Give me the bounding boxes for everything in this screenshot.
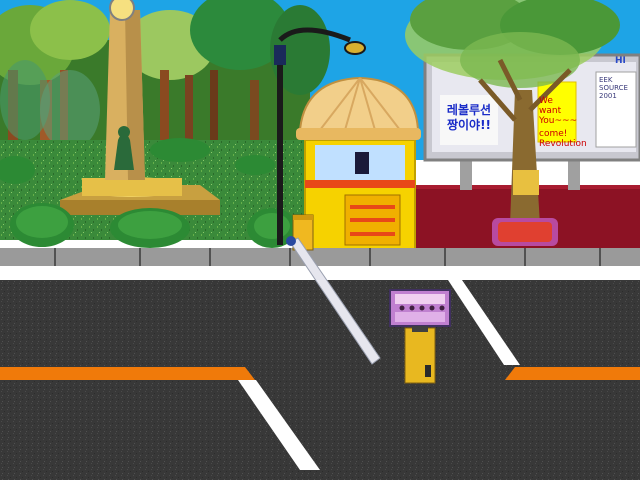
game-scene: 레볼루션 짱이야!! We want You~~~ come! Revoluti… bbox=[0, 0, 640, 480]
billboard-korean-line2: 짱이야!! bbox=[446, 118, 492, 132]
notice-line-1: We want bbox=[539, 96, 562, 116]
billboard-korean-line1: 레볼루션 bbox=[446, 103, 492, 117]
billboard-partial-poster: EEK SOURCE 2001 bbox=[599, 76, 637, 100]
scene-canvas bbox=[0, 0, 640, 480]
partial-line-3: 2001 bbox=[599, 92, 617, 100]
toll-booth bbox=[296, 76, 421, 251]
billboard-notice: We want You~~~ come! Revolution bbox=[539, 96, 587, 149]
curb bbox=[0, 248, 640, 266]
notice-line-3: come! bbox=[539, 129, 568, 139]
notice-line-2: You~~~ bbox=[539, 116, 578, 126]
billboard-top-fragment: HI bbox=[615, 56, 626, 66]
partial-line-1: EEK bbox=[599, 76, 613, 84]
partial-line-2: SOURCE bbox=[599, 84, 628, 92]
notice-line-4: Revolution bbox=[539, 139, 587, 149]
billboard-korean-text: 레볼루션 짱이야!! bbox=[440, 103, 498, 133]
